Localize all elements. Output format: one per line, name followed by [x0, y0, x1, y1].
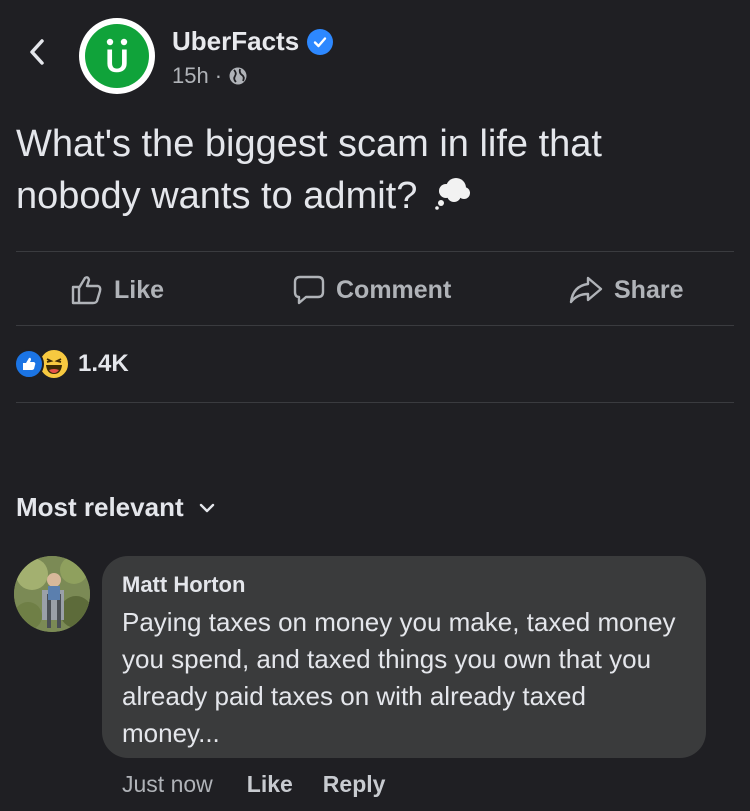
meta-separator: · [214, 63, 223, 88]
share-label: Share [614, 275, 684, 304]
post-text: What's the biggest scam in life that nob… [16, 118, 736, 224]
back-button[interactable] [22, 32, 52, 72]
like-reaction-icon [14, 349, 44, 379]
verified-badge-icon [307, 28, 334, 55]
chevron-down-icon [199, 503, 214, 512]
reactions-summary[interactable]: 1.4K [14, 344, 129, 384]
divider-top [16, 251, 734, 252]
like-label: Like [114, 275, 165, 304]
post-header: U UberFacts 15h · [0, 0, 750, 110]
post-question: What's the biggest scam in life that nob… [16, 123, 602, 217]
page-name[interactable]: UberFacts [172, 26, 299, 57]
post-meta: 15h · [172, 63, 248, 89]
comment-sort-dropdown[interactable]: Most relevant [16, 492, 216, 523]
comment-time[interactable]: Just now [122, 771, 213, 798]
comment-footer: Just now Like Reply [122, 766, 385, 802]
comment-button[interactable]: Comment [292, 255, 451, 325]
comment-bubble: Matt Horton Paying taxes on money you ma… [102, 556, 706, 758]
chevron-left-icon [30, 39, 44, 65]
share-arrow-icon [569, 276, 603, 304]
comment-reply-button[interactable]: Reply [323, 771, 386, 798]
uberfacts-logo: U [85, 24, 149, 88]
action-bar: Like Comment Share [0, 255, 750, 325]
logo-letter: U [105, 43, 128, 78]
avatar[interactable] [14, 556, 90, 632]
sort-label: Most relevant [16, 492, 184, 522]
reaction-count: 1.4K [78, 350, 129, 377]
comment-text: Paying taxes on money you make, taxed mo… [122, 607, 676, 748]
comment-label: Comment [336, 275, 452, 304]
thumbs-up-icon [71, 276, 102, 305]
globe-icon [229, 67, 247, 85]
page-avatar[interactable]: U [79, 18, 155, 94]
comment-icon [293, 275, 325, 305]
thought-balloon-icon [434, 172, 472, 224]
share-button[interactable]: Share [568, 255, 683, 325]
page-name-row: UberFacts [172, 26, 334, 57]
comment-like-button[interactable]: Like [247, 771, 293, 798]
post-time[interactable]: 15h [172, 63, 209, 89]
like-button[interactable]: Like [70, 255, 164, 325]
comment-author[interactable]: Matt Horton [122, 572, 686, 598]
divider-reactions [16, 402, 734, 403]
divider-actions [16, 325, 734, 326]
